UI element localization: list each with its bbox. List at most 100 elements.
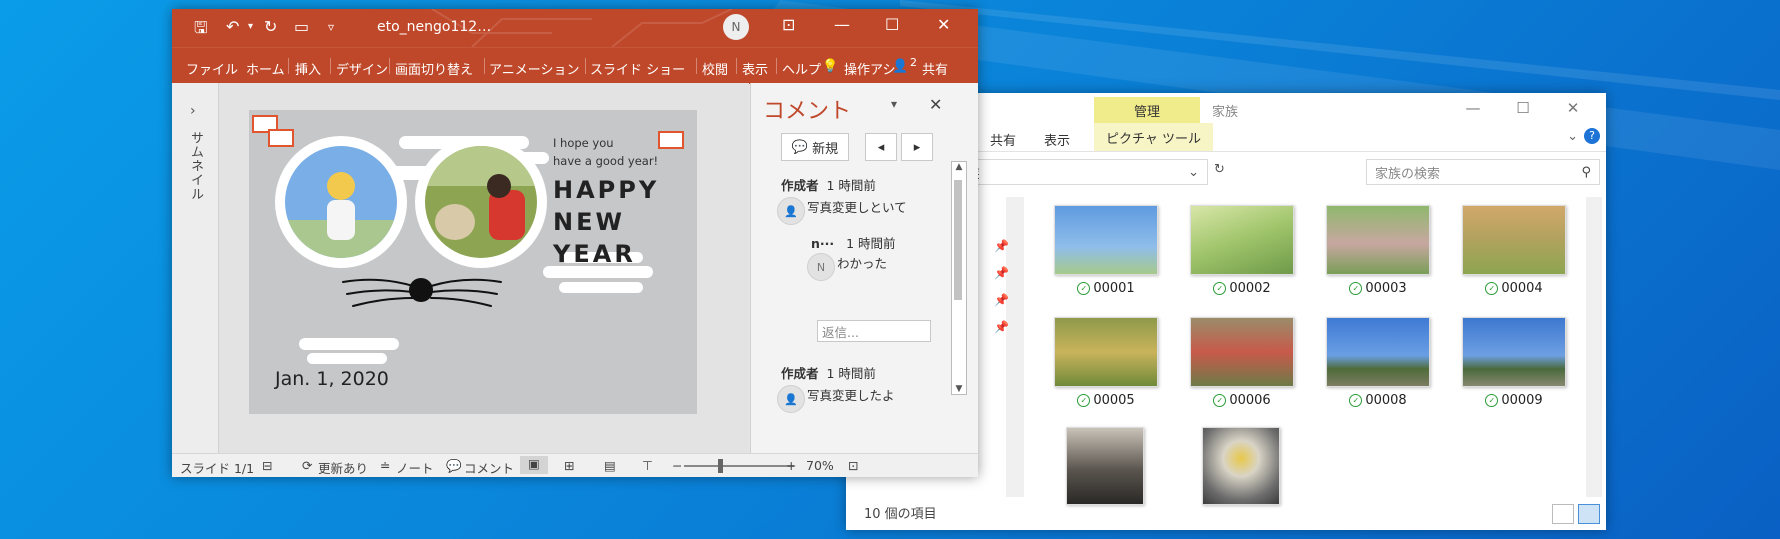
tab-divider xyxy=(330,58,331,74)
reply-input[interactable]: 返信... xyxy=(817,320,931,342)
normal-view-icon[interactable]: ▣ xyxy=(520,456,548,474)
reply-1-text[interactable]: わかった xyxy=(837,253,887,272)
customize-qat-icon[interactable]: ▿ xyxy=(328,20,334,34)
reply-avatar: N xyxy=(807,253,835,281)
slide-date: Jan. 1, 2020 xyxy=(275,368,389,390)
powerpoint-window: 🖫 ↶ ▾ ↻ ▭ ▿ eto_nengo112… N ⊡ — ☐ ✕ ファイル… xyxy=(172,9,978,477)
lightbulb-icon[interactable]: 💡 xyxy=(822,59,838,74)
ctx-tab-manage[interactable]: 管理 xyxy=(1094,97,1200,123)
tab-design[interactable]: デザイン xyxy=(336,59,388,78)
next-comment-button[interactable]: ▸ xyxy=(901,133,933,161)
updates-icon[interactable]: ⟳ xyxy=(302,458,312,473)
new-comment-icon: 💬 xyxy=(791,139,809,155)
sync-check-icon: ✓ xyxy=(1213,394,1227,407)
tab-animations[interactable]: アニメーション xyxy=(489,59,579,78)
item-count: 10 個の項目 xyxy=(864,507,937,522)
chevron-down-icon[interactable]: ⌄ xyxy=(1567,129,1578,144)
zoom-level[interactable]: 70% xyxy=(806,458,834,473)
fit-slide-icon[interactable]: ⊡ xyxy=(848,458,858,473)
share-button[interactable]: 共有 xyxy=(922,59,948,78)
avatar[interactable]: N xyxy=(723,14,749,40)
comment-icon[interactable]: 💬 xyxy=(446,458,462,474)
tab-insert[interactable]: 挿入 xyxy=(295,59,321,78)
chevron-down-icon[interactable]: ⌄ xyxy=(1188,165,1199,180)
comment-2-text[interactable]: 写真変更したよ xyxy=(807,385,895,404)
file-item[interactable] xyxy=(1202,427,1306,505)
notes-icon[interactable]: ≐ xyxy=(380,458,390,473)
accessibility-icon[interactable]: ⊟ xyxy=(262,458,272,473)
file-item[interactable]: ✓ 00001 xyxy=(1054,205,1158,296)
file-item[interactable]: ✓ 00003 xyxy=(1326,205,1430,296)
sync-check-icon: ✓ xyxy=(1213,282,1227,295)
share-user-icon[interactable]: 👤 xyxy=(892,59,908,74)
tab-transitions[interactable]: 画面切り替え xyxy=(395,59,473,78)
comments-scrollbar[interactable]: ▲ ▼ xyxy=(951,161,967,395)
save-icon[interactable]: 🖫 xyxy=(194,17,208,44)
thumbnail xyxy=(1190,317,1294,387)
scroll-down-icon[interactable]: ▼ xyxy=(952,384,966,394)
close-icon[interactable]: ✕ xyxy=(929,95,942,114)
file-item[interactable]: ✓ 00006 xyxy=(1190,317,1294,408)
quick-access-pins: 📌 📌 📌 📌 xyxy=(994,233,1009,341)
close-button[interactable]: ✕ xyxy=(937,15,950,34)
minimize-button[interactable]: — xyxy=(834,15,850,34)
present-icon[interactable]: ▭ xyxy=(294,17,309,36)
help-icon[interactable]: ? xyxy=(1584,128,1600,144)
file-item[interactable]: ✓ 00002 xyxy=(1190,205,1294,296)
zoom-slider-handle[interactable] xyxy=(718,459,723,473)
slideshow-icon[interactable]: ⊤ xyxy=(642,458,653,473)
sync-check-icon: ✓ xyxy=(1485,282,1499,295)
tab-view[interactable]: 表示 xyxy=(742,59,768,78)
slide-sorter-icon[interactable]: ⊞ xyxy=(564,458,574,473)
slide-canvas[interactable]: I hope you have a good year! HAPPY NEW Y… xyxy=(249,110,697,414)
zoom-out-icon[interactable]: − xyxy=(672,458,682,473)
file-name: 00008 xyxy=(1365,393,1407,408)
file-item[interactable]: ✓ 00009 xyxy=(1462,317,1566,408)
maximize-button[interactable]: ☐ xyxy=(885,15,899,34)
scroll-thumb[interactable] xyxy=(954,180,962,300)
file-item[interactable]: ✓ 00008 xyxy=(1326,317,1430,408)
zoom-slider[interactable] xyxy=(684,465,794,467)
comments-button[interactable]: コメント xyxy=(464,458,514,477)
content-scrollbar[interactable] xyxy=(1586,197,1602,497)
large-icons-view-icon[interactable] xyxy=(1578,504,1600,524)
minimize-button[interactable]: — xyxy=(1450,95,1496,121)
chevron-down-icon[interactable]: ▾ xyxy=(248,21,253,32)
search-placeholder: 家族の検索 xyxy=(1375,166,1441,182)
file-item[interactable]: ✓ 00005 xyxy=(1054,317,1158,408)
tab-view[interactable]: 表示 xyxy=(1044,130,1070,149)
comment-1-text[interactable]: 写真変更しといて xyxy=(807,197,907,216)
zoom-in-icon[interactable]: + xyxy=(786,458,796,473)
scroll-up-icon[interactable]: ▲ xyxy=(952,162,966,172)
comment-author: 作成者 xyxy=(781,366,819,381)
redo-icon[interactable]: ↻ xyxy=(264,17,277,36)
tab-share[interactable]: 共有 xyxy=(990,130,1016,149)
previous-comment-button[interactable]: ◂ xyxy=(865,133,897,161)
maximize-button[interactable]: ☐ xyxy=(1500,95,1546,121)
reading-view-icon[interactable]: ▤ xyxy=(604,458,616,473)
tab-help[interactable]: ヘルプ xyxy=(782,59,821,78)
thumbnail xyxy=(1066,427,1144,505)
tab-file[interactable]: ファイル xyxy=(186,59,238,78)
updates-button[interactable]: 更新あり xyxy=(318,458,368,477)
window-title: 家族 xyxy=(1212,105,1239,120)
search-input[interactable]: 家族の検索 ⚲ xyxy=(1366,159,1600,185)
tab-picture-tools[interactable]: ピクチャ ツール xyxy=(1094,123,1214,151)
tab-slideshow[interactable]: スライド ショー xyxy=(590,59,685,78)
expand-chevron-icon[interactable]: › xyxy=(190,103,196,119)
new-comment-button[interactable]: 💬 新規 xyxy=(781,133,849,161)
tab-review[interactable]: 校閲 xyxy=(702,59,728,78)
refresh-icon[interactable]: ↻ xyxy=(1214,162,1225,177)
file-item[interactable] xyxy=(1066,427,1170,505)
close-button[interactable]: ✕ xyxy=(1550,95,1596,121)
undo-icon[interactable]: ↶ xyxy=(226,17,239,36)
details-view-icon[interactable] xyxy=(1552,504,1574,524)
tell-me-box[interactable]: 操作アシ xyxy=(844,59,895,78)
file-name: 00009 xyxy=(1501,393,1543,408)
pane-options-icon[interactable]: ▾ xyxy=(891,97,897,111)
ribbon-display-icon[interactable]: ⊡ xyxy=(782,15,795,34)
search-icon: ⚲ xyxy=(1581,164,1591,180)
tab-home[interactable]: ホーム xyxy=(246,59,285,78)
notes-button[interactable]: ノート xyxy=(396,458,434,477)
file-item[interactable]: ✓ 00004 xyxy=(1462,205,1566,296)
